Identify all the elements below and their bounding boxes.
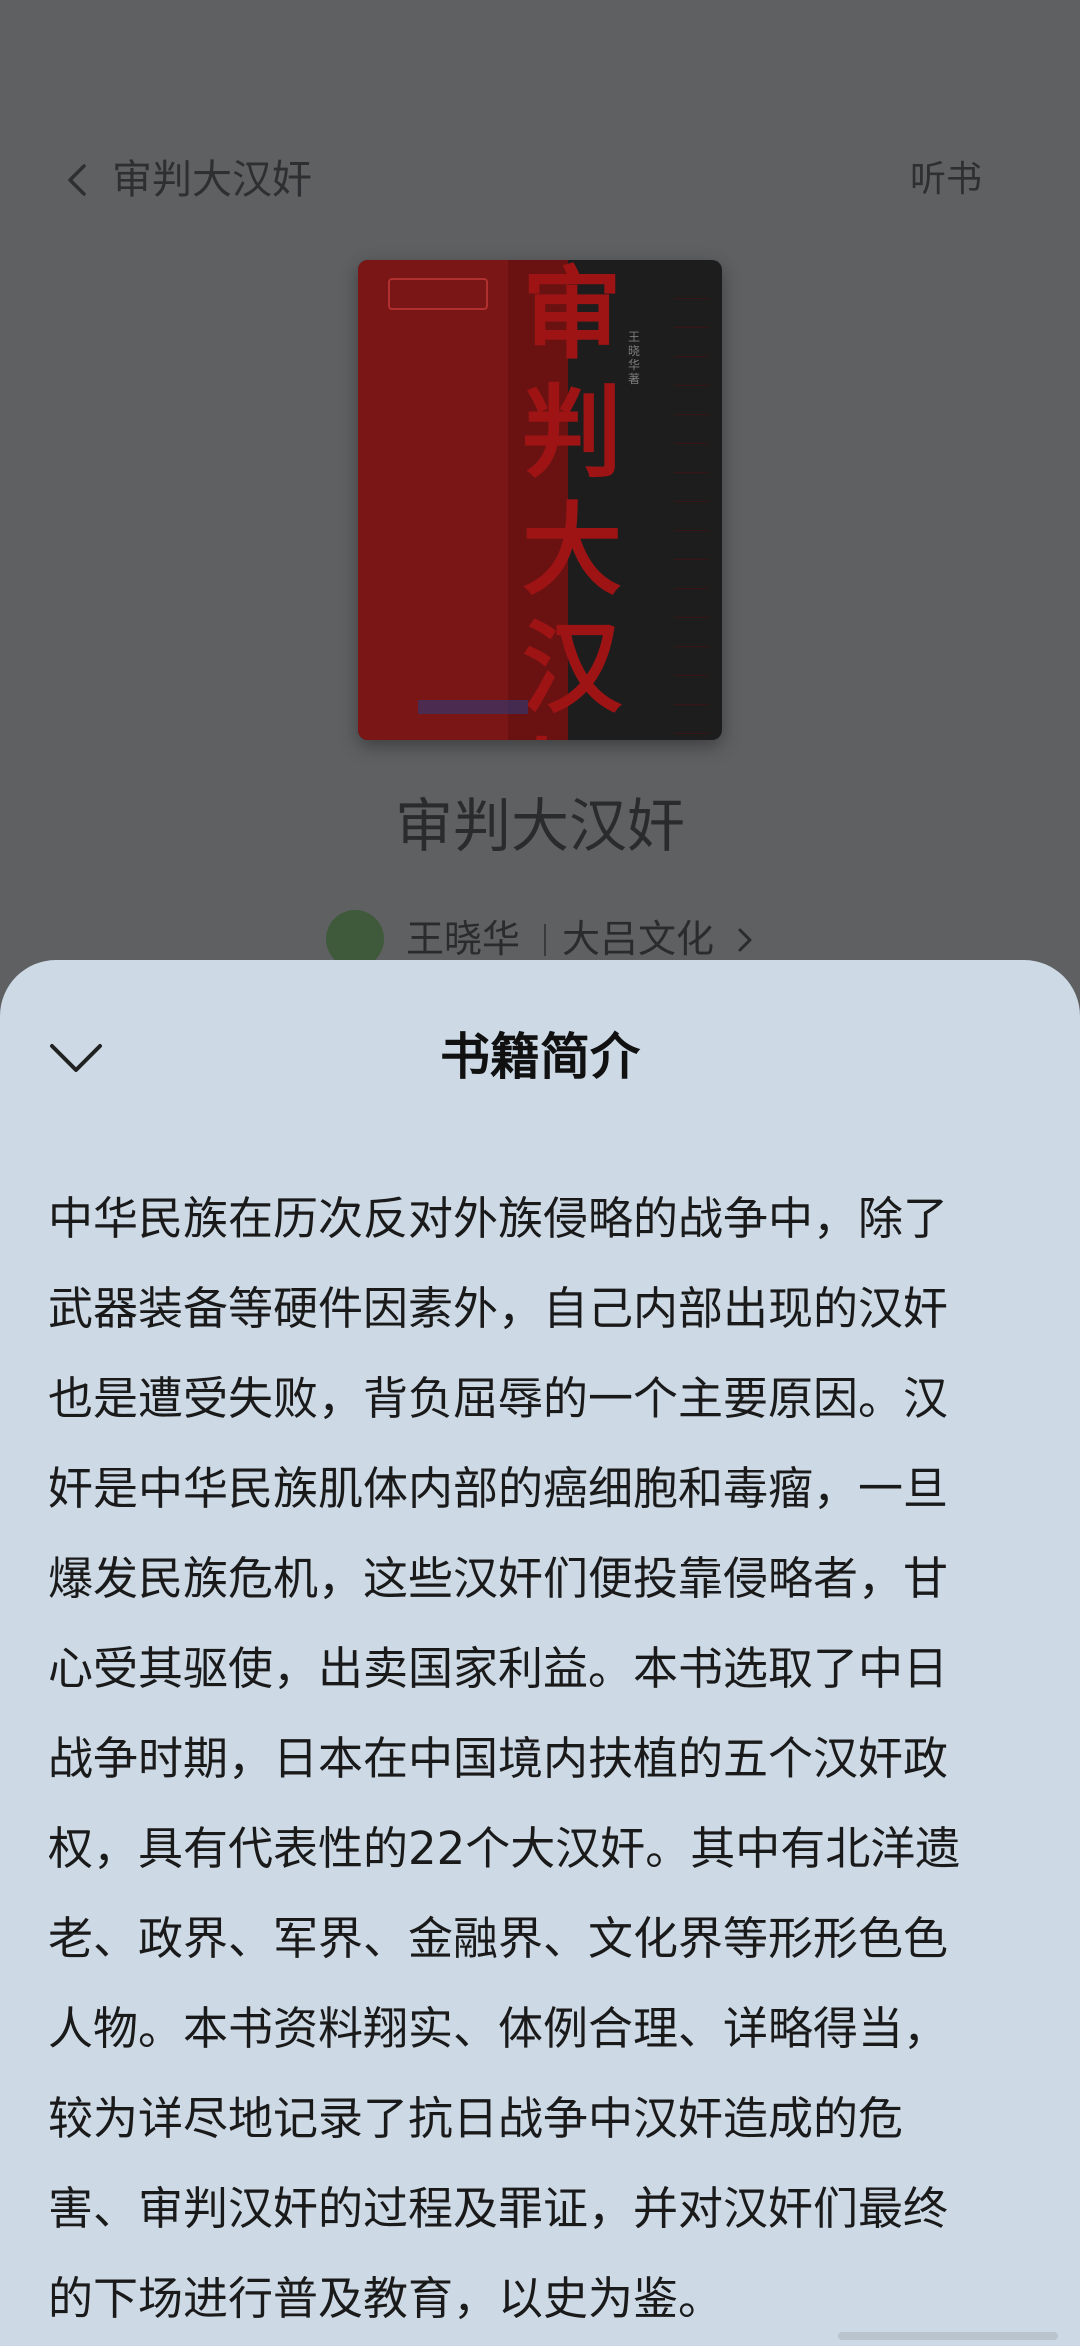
header-title: 审判大汉奸	[112, 157, 312, 203]
intro-sheet: 书籍简介 中华民族在历次反对外族侵略的战争中，除了 武器装备等硬件因素外，自己内…	[0, 960, 1080, 2346]
intro-line: 害、审判汉奸的过程及罪证，并对汉奸们最终	[48, 2182, 949, 2235]
intro-line: 也是遭受失败，背负屈辱的一个主要原因。汉	[48, 1372, 949, 1425]
intro-line: 奸是中华民族肌体内部的癌细胞和毒瘤，一旦	[48, 1462, 949, 1515]
publisher-name[interactable]: 大吕文化	[562, 914, 714, 964]
top-bar: 审判大汉奸 听书	[0, 150, 1080, 210]
intro-line: 较为详尽地记录了抗日战争中汉奸造成的危	[48, 2092, 904, 2145]
listen-button[interactable]: 听书	[910, 154, 982, 206]
intro-line: 爆发民族危机，这些汉奸们便投靠侵略者，甘	[48, 1552, 949, 1605]
cover-publisher-mark	[418, 700, 528, 714]
intro-line: 武器装备等硬件因素外，自己内部出现的汉奸	[48, 1282, 949, 1335]
author-divider	[544, 924, 546, 956]
sheet-title: 书籍简介	[440, 1028, 640, 1086]
book-title: 审判大汉奸	[394, 792, 685, 860]
author-name[interactable]: 王晓华	[406, 914, 520, 964]
cover-name-column	[674, 270, 708, 734]
chevron-right-icon[interactable]	[734, 926, 756, 954]
chevron-left-icon[interactable]	[60, 162, 96, 198]
watermark-icon	[838, 2332, 1058, 2340]
book-cover[interactable]: 审判大汉奸 王晓华著	[358, 260, 722, 740]
intro-line: 人物。本书资料翔实、体例合理、详略得当，	[48, 2002, 949, 2055]
intro-line: 的下场进行普及教育，以史为鉴。	[48, 2272, 724, 2325]
cover-red-panel	[358, 260, 508, 740]
intro-line: 心受其驱使，出卖国家利益。本书选取了中日	[48, 1642, 949, 1695]
intro-line: 老、政界、军界、金融界、文化界等形形色色	[48, 1912, 949, 1965]
intro-line: 战争时期，日本在中国境内扶植的五个汉奸政	[48, 1732, 949, 1785]
intro-line: 中华民族在历次反对外族侵略的战争中，除了	[48, 1192, 949, 1245]
intro-line: 权，具有代表性的22个大汉奸。其中有北洋遗	[48, 1822, 961, 1875]
book-intro: 中华民族在历次反对外族侵略的战争中，除了 武器装备等硬件因素外，自己内部出现的汉…	[48, 1174, 1028, 2344]
cover-series-badge	[388, 278, 488, 310]
cover-title: 审判大汉奸	[522, 260, 622, 740]
cover-author: 王晓华著	[628, 330, 641, 386]
